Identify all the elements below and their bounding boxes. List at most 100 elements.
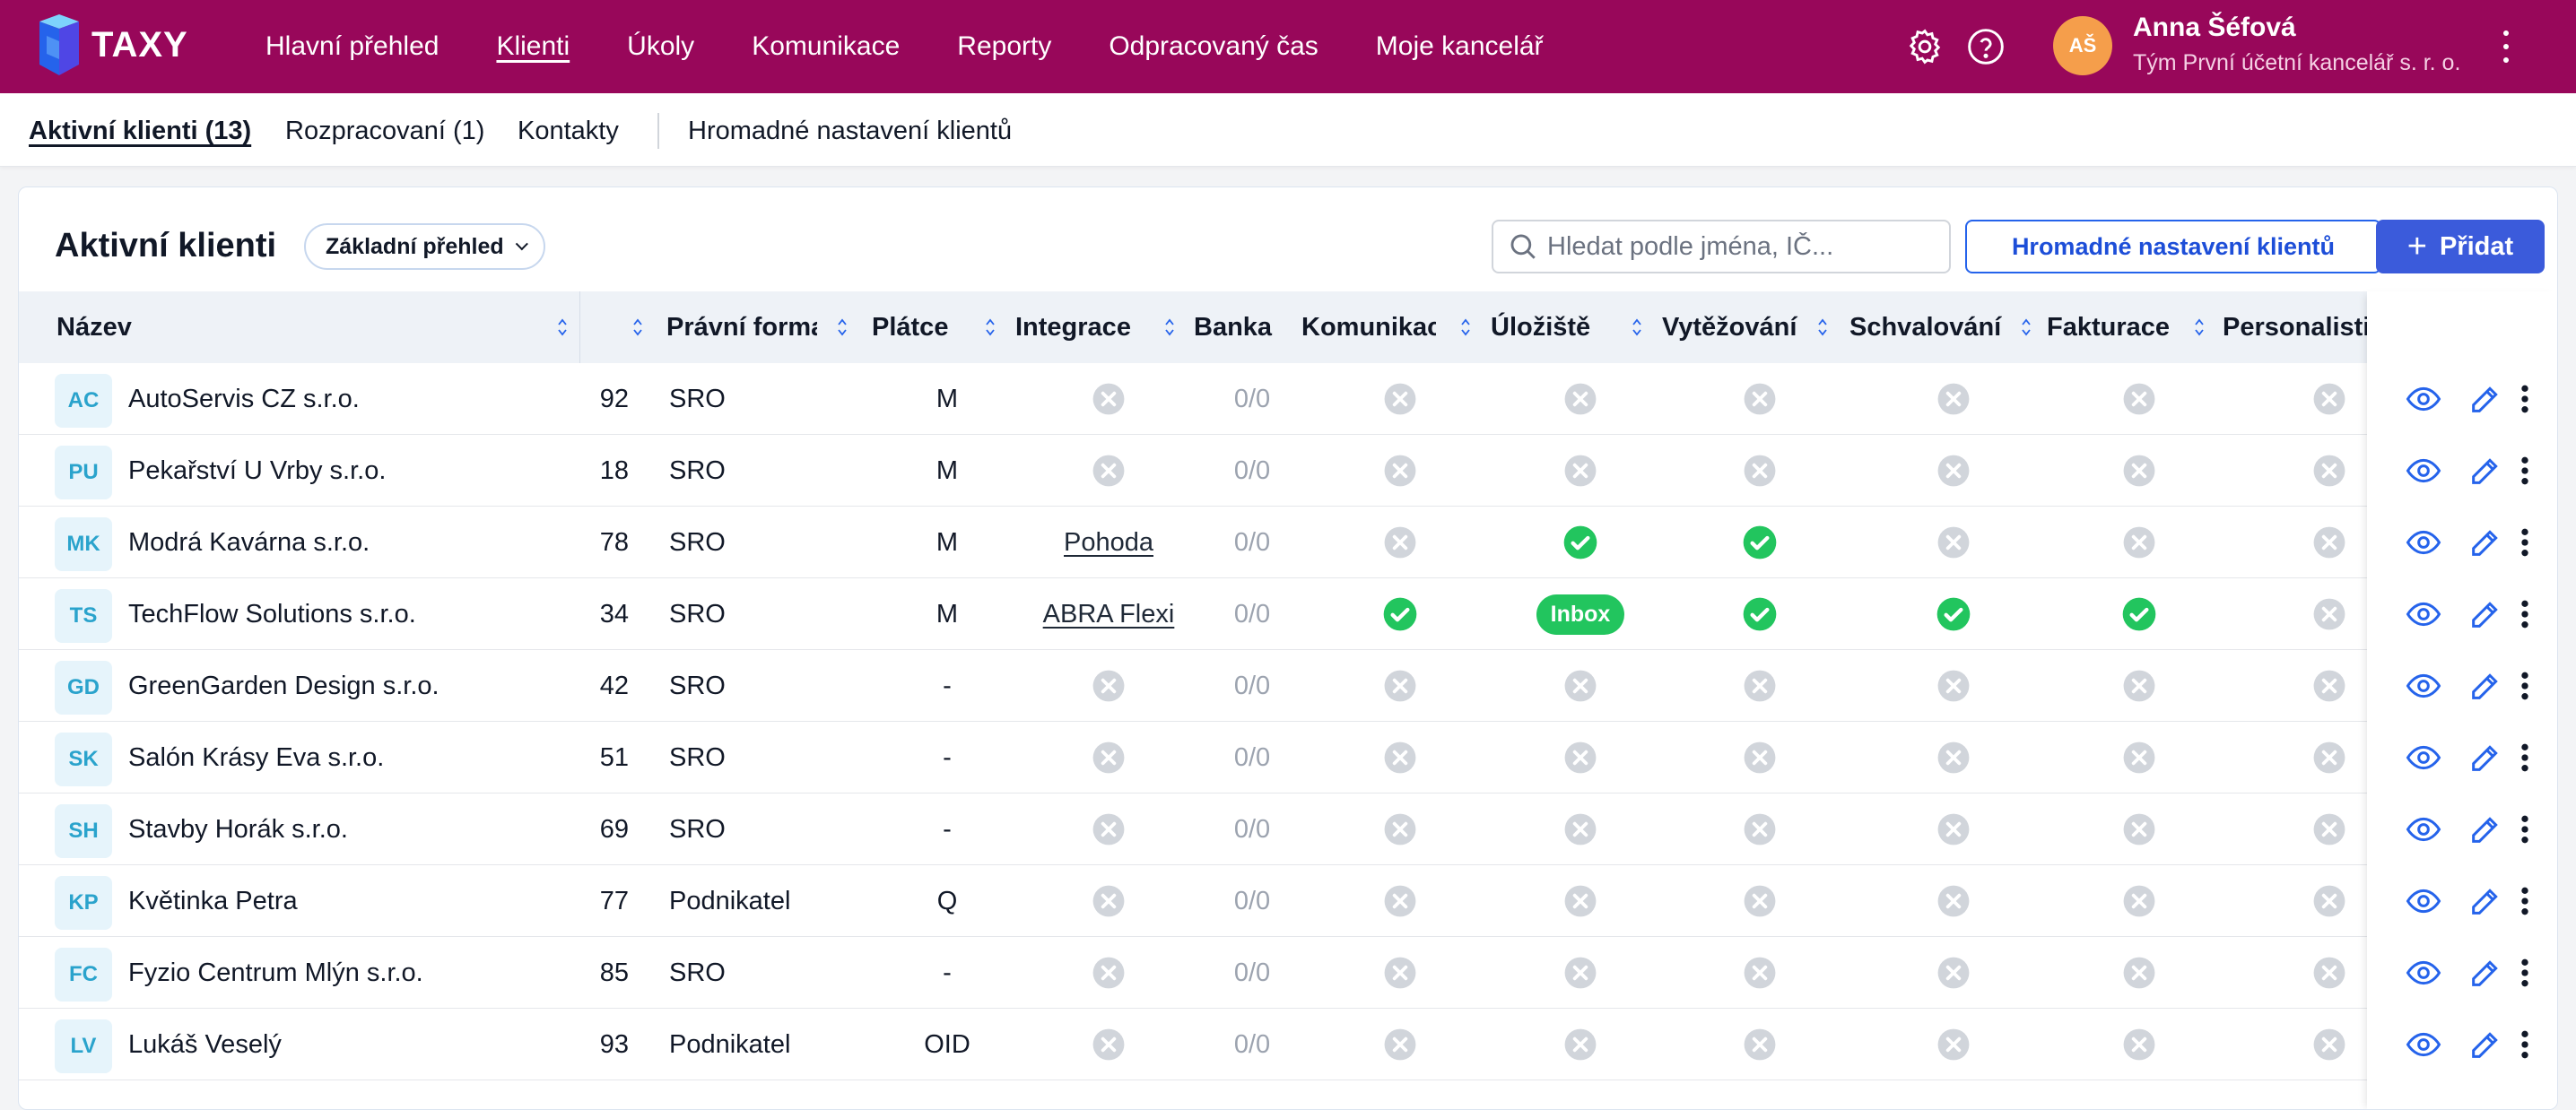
eye-icon[interactable] <box>2403 1027 2444 1062</box>
column-header-storage[interactable]: Úložiště <box>1491 291 1607 363</box>
tab-bulk-settings[interactable]: Hromadné nastavení klientů <box>688 117 1012 146</box>
kebab-icon[interactable] <box>2519 668 2530 704</box>
client-name[interactable]: Salón Krásy Eva s.r.o. <box>128 722 384 793</box>
eye-icon[interactable] <box>2403 453 2444 489</box>
column-header-invoicing[interactable]: Fakturace <box>2047 291 2181 363</box>
kebab-icon[interactable] <box>2519 381 2530 417</box>
sort-icon[interactable] <box>1460 317 1471 338</box>
nav-item-time[interactable]: Odpracovaný čas <box>1109 31 1318 62</box>
status-schvalovani <box>1900 793 2007 865</box>
client-name[interactable]: Lukáš Veselý <box>128 1009 282 1080</box>
column-header-integration[interactable]: Integrace <box>1015 291 1141 363</box>
eye-icon[interactable] <box>2403 381 2444 417</box>
kebab-icon[interactable] <box>2519 525 2530 560</box>
nav-item-office[interactable]: Moje kancelář <box>1376 31 1544 62</box>
kebab-icon[interactable] <box>2519 1027 2530 1062</box>
column-header-personalisti[interactable]: Personalisti <box>2223 291 2382 363</box>
tab-active-clients[interactable]: Aktivní klienti (13) <box>29 117 251 146</box>
table-row[interactable]: PU Pekařství U Vrby s.r.o. 18 SRO M 0/0 <box>19 435 2557 507</box>
edit-icon[interactable] <box>2467 1027 2503 1062</box>
user-name[interactable]: Anna Šéfová <box>2133 13 2296 43</box>
eye-icon[interactable] <box>2403 883 2444 919</box>
table-row[interactable]: FC Fyzio Centrum Mlýn s.r.o. 85 SRO - 0/0 <box>19 937 2557 1009</box>
client-name[interactable]: Fyzio Centrum Mlýn s.r.o. <box>128 937 423 1009</box>
eye-icon[interactable] <box>2403 955 2444 991</box>
search-field[interactable] <box>1492 220 1951 273</box>
eye-icon[interactable] <box>2403 525 2444 560</box>
eye-icon[interactable] <box>2403 596 2444 632</box>
kebab-icon[interactable] <box>2495 27 2517 66</box>
nav-item-clients[interactable]: Klienti <box>496 31 570 62</box>
edit-icon[interactable] <box>2467 883 2503 919</box>
view-select[interactable]: Základní přehled <box>304 223 545 270</box>
client-name[interactable]: TechFlow Solutions s.r.o. <box>128 578 416 650</box>
client-name[interactable]: Pekařství U Vrby s.r.o. <box>128 435 386 507</box>
client-name[interactable]: GreenGarden Design s.r.o. <box>128 650 439 722</box>
status-off-icon <box>1564 741 1597 774</box>
sort-icon[interactable] <box>2194 317 2205 338</box>
nav-item-communication[interactable]: Komunikace <box>752 31 900 62</box>
table-row[interactable] <box>19 1080 2557 1109</box>
sort-icon[interactable] <box>1817 317 1828 338</box>
column-header-bank[interactable]: Banka <box>1194 291 1275 363</box>
client-name[interactable]: AutoServis CZ s.r.o. <box>128 363 360 435</box>
kebab-icon[interactable] <box>2519 883 2530 919</box>
gear-icon[interactable] <box>1905 27 1945 66</box>
kebab-icon[interactable] <box>2519 596 2530 632</box>
eye-icon[interactable] <box>2403 668 2444 704</box>
status-off-icon <box>1937 670 1970 702</box>
integration-link[interactable]: ABRA Flexi <box>1043 600 1175 629</box>
sort-icon[interactable] <box>632 317 643 338</box>
sort-icon[interactable] <box>837 317 848 338</box>
client-name[interactable]: Květinka Petra <box>128 865 298 937</box>
sort-icon[interactable] <box>1632 317 1642 338</box>
column-header-payer[interactable]: Plátce <box>872 291 953 363</box>
table-row[interactable]: MK Modrá Kavárna s.r.o. 78 SRO M Pohoda 0/0 <box>19 507 2557 578</box>
help-circle-icon[interactable] <box>1966 27 2006 66</box>
table-row[interactable]: SK Salón Krásy Eva s.r.o. 51 SRO - 0/0 <box>19 722 2557 793</box>
bulk-settings-button[interactable]: Hromadné nastavení klientů <box>1965 220 2381 273</box>
user-avatar[interactable]: AŠ <box>2053 16 2112 75</box>
table-row[interactable]: TS TechFlow Solutions s.r.o. 34 SRO M ABRA Fl… <box>19 578 2557 650</box>
sort-icon[interactable] <box>2021 317 2032 338</box>
column-header-name[interactable]: Název <box>57 291 290 363</box>
app-logo[interactable]: TAXY <box>34 14 188 75</box>
edit-icon[interactable] <box>2467 668 2503 704</box>
edit-icon[interactable] <box>2467 596 2503 632</box>
table-row[interactable]: GD GreenGarden Design s.r.o. 42 SRO - 0/0 <box>19 650 2557 722</box>
client-name[interactable]: Stavby Horák s.r.o. <box>128 793 348 865</box>
edit-icon[interactable] <box>2467 740 2503 776</box>
edit-icon[interactable] <box>2467 955 2503 991</box>
table-row[interactable]: KP Květinka Petra 77 Podnikatel Q 0/0 <box>19 865 2557 937</box>
sort-icon[interactable] <box>985 317 996 338</box>
tab-in-progress[interactable]: Rozpracovaní (1) <box>285 117 484 146</box>
sort-icon[interactable] <box>1164 317 1175 338</box>
integration-link[interactable]: Pohoda <box>1064 528 1153 558</box>
kebab-icon[interactable] <box>2519 955 2530 991</box>
kebab-icon[interactable] <box>2519 740 2530 776</box>
table-row[interactable]: AC AutoServis CZ s.r.o. 92 SRO M 0/0 <box>19 363 2557 435</box>
eye-icon[interactable] <box>2403 811 2444 847</box>
search-input[interactable] <box>1547 231 1924 262</box>
edit-icon[interactable] <box>2467 453 2503 489</box>
edit-icon[interactable] <box>2467 525 2503 560</box>
status-fakturace <box>2085 578 2193 650</box>
edit-icon[interactable] <box>2467 381 2503 417</box>
kebab-icon[interactable] <box>2519 811 2530 847</box>
sort-icon[interactable] <box>557 317 568 338</box>
table-row[interactable]: SH Stavby Horák s.r.o. 69 SRO - 0/0 <box>19 793 2557 865</box>
eye-icon[interactable] <box>2403 740 2444 776</box>
table-row[interactable]: LV Lukáš Veselý 93 Podnikatel OID 0/0 <box>19 1009 2557 1080</box>
edit-icon[interactable] <box>2467 811 2503 847</box>
column-header-legal-form[interactable]: Právní forma <box>666 291 817 363</box>
add-client-button[interactable]: + Přidat <box>2376 220 2545 273</box>
nav-item-tasks[interactable]: Úkoly <box>627 31 694 62</box>
nav-item-overview[interactable]: Hlavní přehled <box>265 31 439 62</box>
column-header-extraction[interactable]: Vytěžování <box>1662 291 1815 363</box>
client-name[interactable]: Modrá Kavárna s.r.o. <box>128 507 370 578</box>
column-header-communication[interactable]: Komunikace <box>1301 291 1436 363</box>
tab-contacts[interactable]: Kontakty <box>518 117 619 146</box>
column-header-approval[interactable]: Schvalování <box>1849 291 2002 363</box>
kebab-icon[interactable] <box>2519 453 2530 489</box>
nav-item-reports[interactable]: Reporty <box>957 31 1051 62</box>
